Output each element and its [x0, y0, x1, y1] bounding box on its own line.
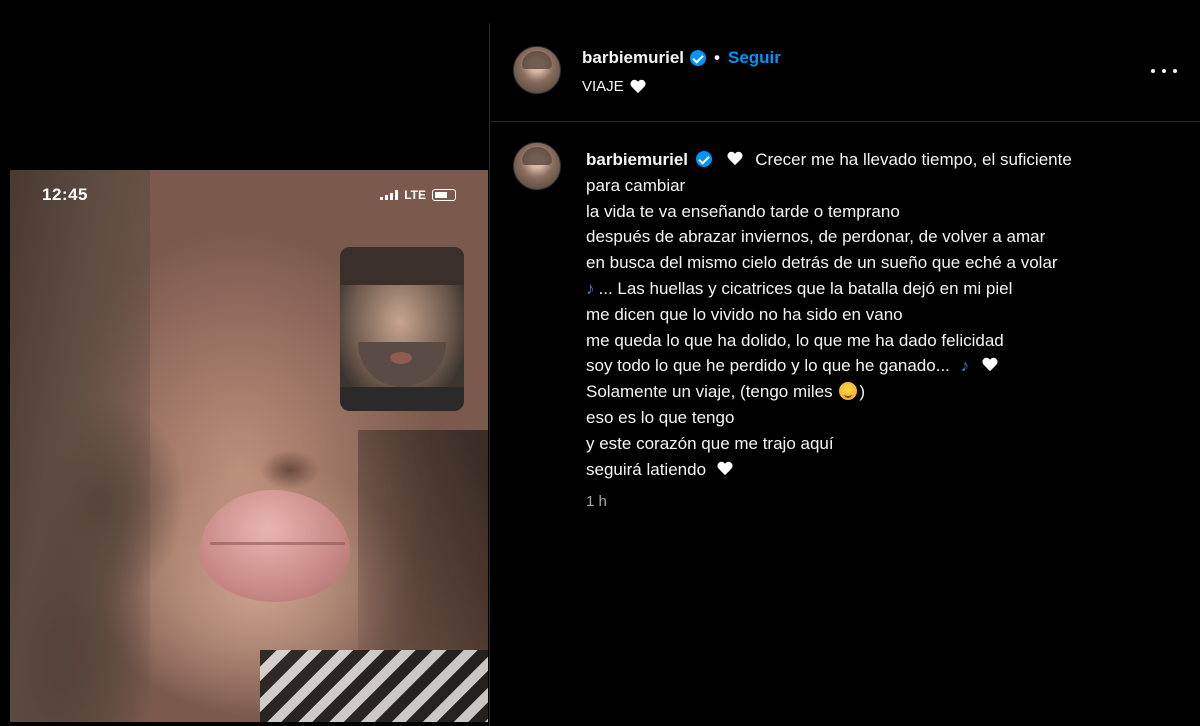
caption-text-line: me dicen que lo vivido no ha sido en van… [586, 304, 903, 324]
caption-line-10: Solamente un viaje, (tengo miles ) [586, 379, 1156, 405]
caption-text-line: seguirá latiendo [586, 459, 707, 479]
more-dot-icon [1151, 69, 1155, 73]
caption-text-line: y este corazón que me trajo aquí [586, 433, 834, 453]
pip-mouth [390, 352, 412, 364]
caption-text-line: Solamente un viaje, (tengo miles [586, 382, 833, 402]
follow-button[interactable]: Seguir [728, 48, 781, 68]
caption-text-line: la vida te va enseñando tarde o temprano [586, 201, 900, 221]
white-heart-icon [630, 80, 646, 94]
post-media[interactable]: 12:45 LTE [0, 0, 489, 726]
network-label: LTE [404, 188, 426, 202]
header-username[interactable]: barbiemuriel [582, 48, 684, 68]
caption-text-line: Crecer me ha llevado tiempo, el suficien… [755, 150, 1072, 169]
caption-line-1: barbiemuriel Crecer me ha llevado tiempo… [586, 147, 1156, 173]
post-timestamp[interactable]: 1 h [586, 493, 607, 510]
caption-text-line: me queda lo que ha dolido, lo que me ha … [586, 330, 1004, 350]
location-label[interactable]: VIAJE [582, 78, 624, 95]
photo-shirt [260, 650, 488, 722]
avatar[interactable] [513, 46, 561, 94]
pip-shirt [340, 387, 464, 411]
post-side-panel: barbiemuriel • Seguir VIAJE barbiemuriel… [489, 23, 1200, 726]
more-dot-icon [1173, 69, 1177, 73]
photo-lips [200, 490, 350, 602]
caption-text: barbiemuriel Crecer me ha llevado tiempo… [586, 147, 1156, 482]
verified-badge-icon [695, 151, 712, 167]
verified-badge-icon [690, 50, 707, 66]
smiling-face-emoji-icon [839, 382, 858, 401]
music-clef-icon: ♪ [960, 356, 970, 376]
pip-beard [358, 342, 446, 387]
post-photo[interactable]: 12:45 LTE [10, 170, 488, 722]
white-heart-icon [717, 462, 733, 476]
post-header: barbiemuriel • Seguir VIAJE [490, 23, 1200, 122]
battery-icon [432, 189, 456, 201]
caption-text-line: después de abrazar inviernos, de perdona… [586, 227, 1046, 247]
caption-username[interactable]: barbiemuriel [586, 150, 688, 169]
white-heart-icon [982, 358, 998, 372]
more-dot-icon [1162, 69, 1166, 73]
separator-dot: • [714, 48, 720, 67]
more-options-button[interactable] [1151, 61, 1177, 81]
music-clef-icon: ♪ [586, 278, 595, 298]
white-heart-icon [727, 152, 743, 166]
caption-text-line: ... Las huellas y cicatrices que la bata… [598, 278, 1013, 298]
caption-text-line: ) [859, 382, 866, 402]
caption-text-line: para cambiar [586, 175, 686, 195]
caption-line-14: seguirá latiendo [586, 457, 1156, 483]
status-time: 12:45 [42, 185, 88, 204]
facetime-pip-video [340, 247, 464, 411]
caption-avatar[interactable] [513, 142, 561, 190]
photo-lips-line [210, 542, 345, 545]
caption-text-line: en busca del mismo cielo detrás de un su… [586, 253, 1058, 273]
pip-hair [340, 247, 464, 285]
phone-status-bar: 12:45 LTE [10, 170, 488, 220]
header-user-line: barbiemuriel • Seguir [582, 48, 781, 68]
caption-line-6: ♪... Las huellas y cicatrices que la bat… [586, 276, 1156, 302]
status-indicators: LTE [380, 188, 456, 202]
signal-icon [380, 190, 399, 200]
caption-line-9: soy todo lo que he perdido y lo que he g… [586, 353, 1156, 379]
caption-text-line: soy todo lo que he perdido y lo que he g… [586, 356, 950, 376]
photo-hair-left [10, 170, 150, 722]
post-location[interactable]: VIAJE [582, 78, 650, 95]
photo-nose [260, 450, 320, 490]
caption-text-line: eso es lo que tengo [586, 407, 735, 427]
